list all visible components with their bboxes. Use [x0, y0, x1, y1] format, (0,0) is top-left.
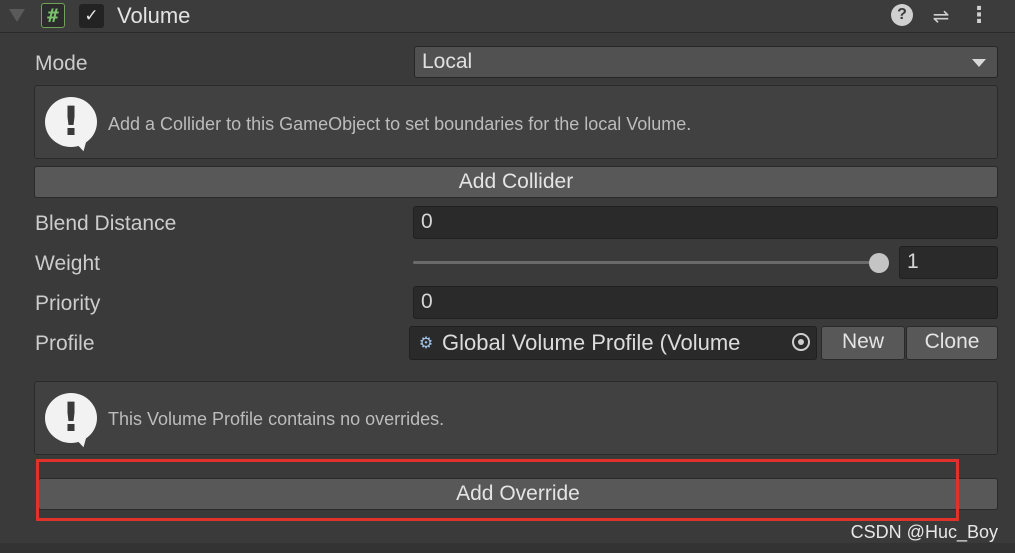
highlight-annotation-box	[36, 459, 959, 521]
mode-dropdown[interactable]: Local	[414, 46, 998, 78]
mode-label: Mode	[35, 52, 88, 75]
profile-object-name: Global Volume Profile (Volume	[442, 330, 741, 355]
weight-value-field[interactable]: 1	[899, 246, 998, 279]
blend-distance-field[interactable]: 0	[413, 206, 998, 239]
overrides-helpbox: ! This Volume Profile contains no overri…	[34, 381, 998, 455]
mode-dropdown-value: Local	[422, 50, 473, 73]
dropdown-arrow-icon	[972, 59, 986, 67]
script-icon: #	[41, 3, 65, 28]
weight-label: Weight	[35, 252, 100, 275]
volume-profile-icon: ⚙	[418, 333, 434, 352]
overrides-helpbox-text: This Volume Profile contains no override…	[108, 409, 445, 429]
weight-slider-track[interactable]	[413, 261, 881, 264]
help-icon[interactable]: ?	[891, 4, 913, 26]
blend-distance-label: Blend Distance	[35, 212, 177, 235]
info-icon: !	[45, 97, 97, 147]
weight-slider-handle[interactable]	[869, 253, 889, 273]
presets-icon[interactable]: ⇌	[929, 4, 953, 28]
component-header: # ✓ Volume ? ⇌ ⋮	[0, 0, 1015, 33]
bottom-divider	[0, 543, 1015, 553]
collider-helpbox: ! Add a Collider to this GameObject to s…	[34, 85, 998, 159]
watermark: CSDN @Huc_Boy	[850, 522, 998, 542]
clone-profile-button[interactable]: Clone	[906, 326, 998, 360]
profile-object-field[interactable]: ⚙ Global Volume Profile (Volume	[409, 326, 817, 360]
foldout-arrow-icon[interactable]	[9, 9, 25, 22]
object-picker-icon[interactable]	[792, 333, 810, 351]
priority-field[interactable]: 0	[413, 286, 998, 319]
profile-label: Profile	[35, 332, 95, 355]
info-icon: !	[45, 393, 97, 443]
new-profile-button[interactable]: New	[821, 326, 905, 360]
component-title: Volume	[117, 3, 191, 28]
priority-label: Priority	[35, 292, 101, 315]
context-menu-icon[interactable]: ⋮	[968, 3, 990, 29]
collider-helpbox-text: Add a Collider to this GameObject to set…	[108, 114, 692, 134]
add-collider-button[interactable]: Add Collider	[34, 166, 998, 198]
component-enabled-checkbox[interactable]: ✓	[79, 4, 104, 28]
